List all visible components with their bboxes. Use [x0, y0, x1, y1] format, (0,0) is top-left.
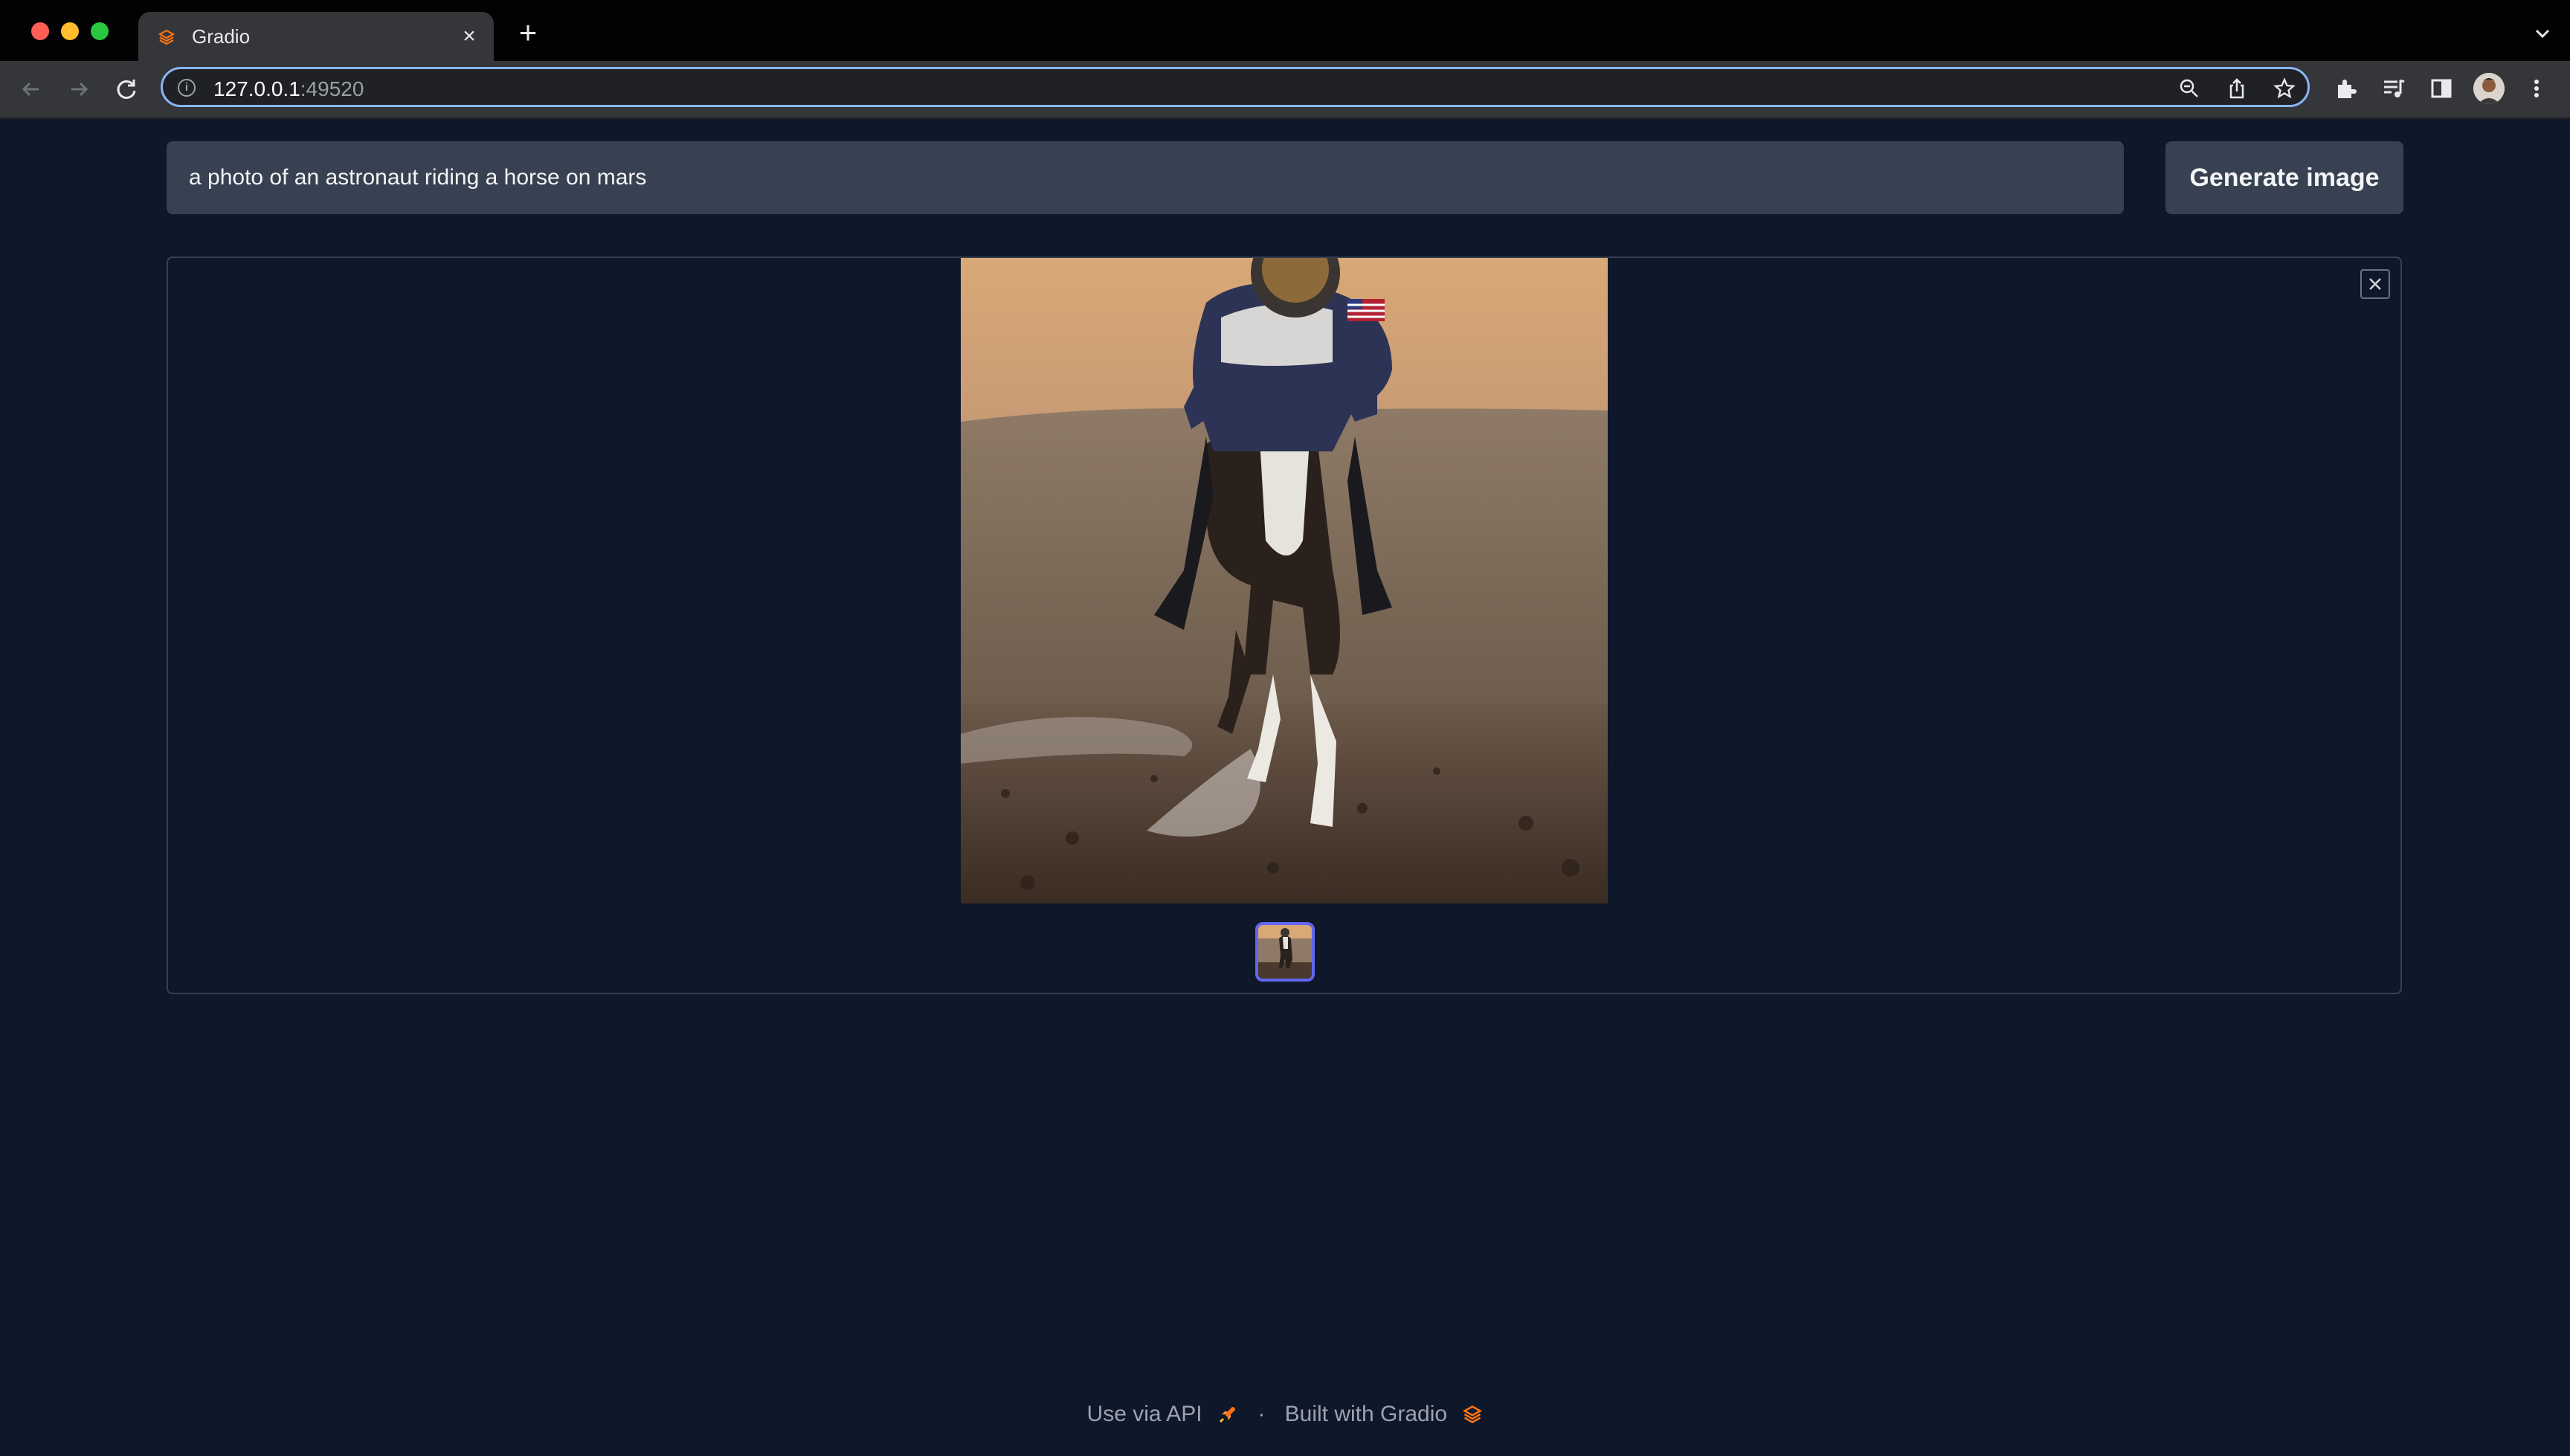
footer: Use via API · Built with Gradio [0, 1401, 2570, 1427]
gallery-close-button[interactable] [2360, 269, 2390, 299]
window-minimize-button[interactable] [61, 22, 79, 40]
thumbnail-image [1258, 925, 1312, 979]
generate-image-button[interactable]: Generate image [2165, 141, 2403, 214]
share-icon[interactable] [2226, 77, 2248, 100]
prompt-input[interactable]: a photo of an astronaut riding a horse o… [167, 141, 2124, 214]
profile-avatar[interactable] [2473, 73, 2505, 104]
zoom-icon[interactable] [2178, 77, 2200, 100]
gradio-favicon-icon [158, 29, 175, 45]
built-with-gradio-link[interactable]: Built with Gradio [1285, 1402, 1447, 1426]
star-icon[interactable] [2273, 77, 2296, 100]
sidepanel-icon[interactable] [2429, 76, 2454, 101]
astronaut-horse-image [961, 258, 1608, 903]
prompt-value: a photo of an astronaut riding a horse o… [189, 165, 647, 190]
window-close-button[interactable] [31, 22, 49, 40]
generated-image[interactable] [961, 258, 1608, 903]
new-tab-button[interactable]: + [513, 17, 543, 49]
info-icon[interactable]: i [178, 79, 196, 97]
url-host: 127.0.0.1 [213, 77, 300, 100]
address-bar[interactable]: i 127.0.0.1:49520 [161, 67, 2310, 107]
extensions-icon[interactable] [2334, 76, 2359, 101]
url-text: 127.0.0.1:49520 [213, 77, 364, 101]
use-via-api-link[interactable]: Use via API [1087, 1402, 1202, 1426]
reload-icon[interactable] [112, 74, 141, 104]
close-icon [2369, 278, 2381, 290]
browser-tab-bar: Gradio × + [0, 0, 2570, 61]
footer-separator: · [1257, 1402, 1266, 1427]
menu-icon[interactable] [2524, 76, 2549, 101]
rocket-icon [1219, 1407, 1235, 1423]
url-port: :49520 [300, 77, 364, 100]
browser-toolbar: i 127.0.0.1:49520 [0, 61, 2570, 119]
forward-icon[interactable] [64, 74, 94, 104]
profile-avatar-icon [2473, 73, 2505, 104]
media-icon[interactable] [2381, 76, 2406, 101]
tab-close-icon[interactable]: × [458, 25, 480, 48]
gallery-thumbnail[interactable] [1255, 922, 1315, 982]
tab-title: Gradio [192, 25, 251, 48]
back-icon[interactable] [16, 74, 46, 104]
window-zoom-button[interactable] [91, 22, 109, 40]
browser-tab[interactable]: Gradio × [138, 12, 494, 61]
gradio-logo-icon [1463, 1405, 1483, 1424]
tab-search-chevron-icon[interactable] [2531, 22, 2554, 45]
